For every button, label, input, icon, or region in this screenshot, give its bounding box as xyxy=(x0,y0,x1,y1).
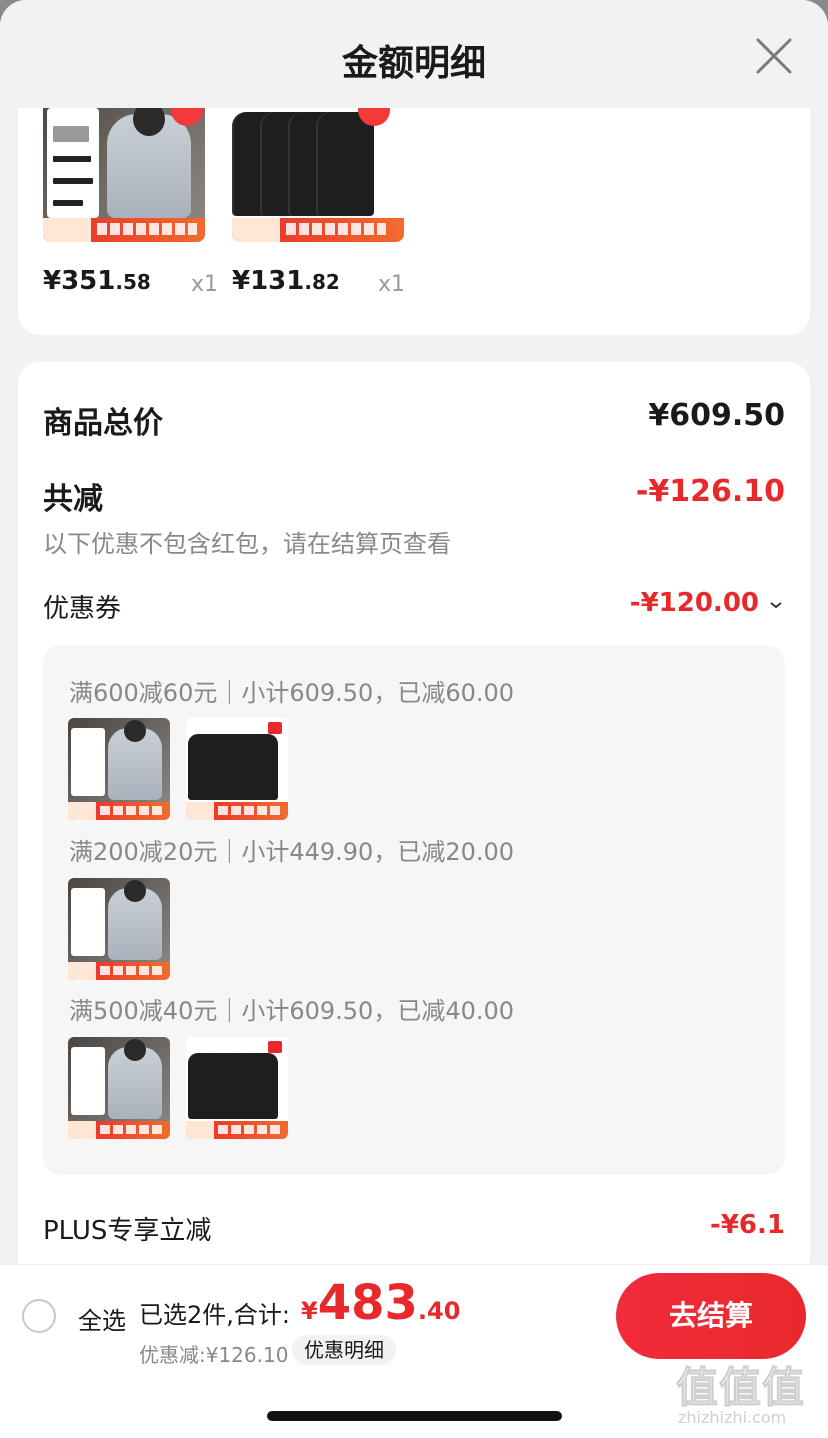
promo-strip xyxy=(43,218,205,242)
selected-summary: 已选2件,合计: xyxy=(139,1301,290,1329)
promo-strip xyxy=(68,802,170,820)
tshirt-shape xyxy=(242,1053,278,1119)
spec-card xyxy=(47,108,99,218)
tshirt-shape xyxy=(242,734,278,800)
total-price-value: ¥609.50 xyxy=(648,398,785,433)
coupon-label: 优惠券 xyxy=(43,594,122,624)
amount-detail-sheet: 金额明细 ¥351.58 x1 ¥131.82 x1 商品总价 ¥609.50 … xyxy=(0,0,828,1438)
coupon-3-tshirt-thumb[interactable] xyxy=(186,1037,288,1139)
promo-strip xyxy=(186,1121,288,1139)
coupon-value: -¥120.00 xyxy=(629,588,759,618)
price-integer: ¥131 xyxy=(232,266,305,296)
site-watermark: 值值值 zhizhizhi.com xyxy=(675,1354,822,1434)
total-price-row: 商品总价 ¥609.50 xyxy=(43,398,785,441)
promo-strip xyxy=(68,962,170,980)
currency-symbol: ¥ xyxy=(301,1297,318,1325)
spec-card xyxy=(71,888,105,956)
model-head xyxy=(124,880,146,902)
coupon-1-tshirt-thumb[interactable] xyxy=(186,718,288,820)
price-integer: ¥351 xyxy=(43,266,116,296)
close-button[interactable] xyxy=(752,34,796,78)
brand-logo-icon xyxy=(268,1041,282,1053)
promo-strip xyxy=(68,1121,170,1139)
select-all-checkbox[interactable] xyxy=(22,1299,56,1333)
model-head xyxy=(124,720,146,742)
sheet-header: 金额明细 xyxy=(0,0,828,108)
total-reduce-label: 共减 xyxy=(43,482,103,517)
coupon-3-jacket-thumb[interactable] xyxy=(68,1037,170,1139)
redpacket-note: 以下优惠不包含红包，请在结算页查看 xyxy=(43,530,451,558)
select-all-label[interactable]: 全选 xyxy=(78,1301,126,1336)
price-decimal: .58 xyxy=(115,270,151,294)
tshirt-shape xyxy=(318,112,374,216)
model-head xyxy=(124,1039,146,1061)
spec-card xyxy=(71,1047,105,1115)
discount-detail-button[interactable]: 优惠明细 xyxy=(292,1335,396,1365)
chevron-down-icon[interactable] xyxy=(767,596,785,614)
plus-discount-value: -¥6.1 xyxy=(710,1210,785,1240)
price-decimal: .82 xyxy=(304,270,340,294)
total-reduce-value: -¥126.10 xyxy=(635,474,785,509)
coupon-detail-panel: 满600减60元｜小计609.50，已减60.00 满200减20元｜小计449… xyxy=(43,645,785,1175)
plus-discount-row: PLUS专享立减 -¥6.1 xyxy=(43,1210,785,1250)
discount-summary: 优惠减:¥126.10 xyxy=(139,1343,289,1367)
coupon-rule-3: 满500减40元｜小计609.50，已减40.00 xyxy=(69,997,515,1025)
total-amount: ¥483.40 xyxy=(301,1275,460,1331)
close-icon xyxy=(756,38,792,74)
coupon-row[interactable]: 优惠券 -¥120.00 xyxy=(43,588,785,628)
summary-card: 商品总价 ¥609.50 共减 -¥126.10 以下优惠不包含红包，请在结算页… xyxy=(18,362,810,1282)
home-indicator[interactable] xyxy=(267,1411,562,1421)
promo-strip xyxy=(186,802,288,820)
promo-strip xyxy=(232,218,404,242)
plus-discount-label: PLUS专享立减 xyxy=(43,1216,212,1246)
total-reduce-row: 共减 -¥126.10 xyxy=(43,474,785,517)
brand-logo-icon xyxy=(268,722,282,734)
total-price-label: 商品总价 xyxy=(43,406,163,441)
watermark-glyphs: 值值值 xyxy=(675,1363,806,1413)
product-qty: x1 xyxy=(191,272,219,297)
watermark-site: zhizhizhi.com xyxy=(678,1408,787,1427)
spec-card xyxy=(71,728,105,796)
product-price: ¥131.82 xyxy=(232,266,340,296)
coupon-rule-2: 满200减20元｜小计449.90，已减20.00 xyxy=(69,838,515,866)
total-decimal: .40 xyxy=(417,1297,461,1325)
total-integer: 483 xyxy=(317,1275,418,1331)
product-price: ¥351.58 xyxy=(43,266,151,296)
coupon-1-jacket-thumb[interactable] xyxy=(68,718,170,820)
coupon-2-jacket-thumb[interactable] xyxy=(68,878,170,980)
product-qty: x1 xyxy=(378,272,406,297)
coupon-rule-1: 满600减60元｜小计609.50，已减60.00 xyxy=(69,679,515,707)
checkout-button[interactable]: 去结算 xyxy=(616,1273,806,1359)
page-title: 金额明细 xyxy=(341,43,486,84)
